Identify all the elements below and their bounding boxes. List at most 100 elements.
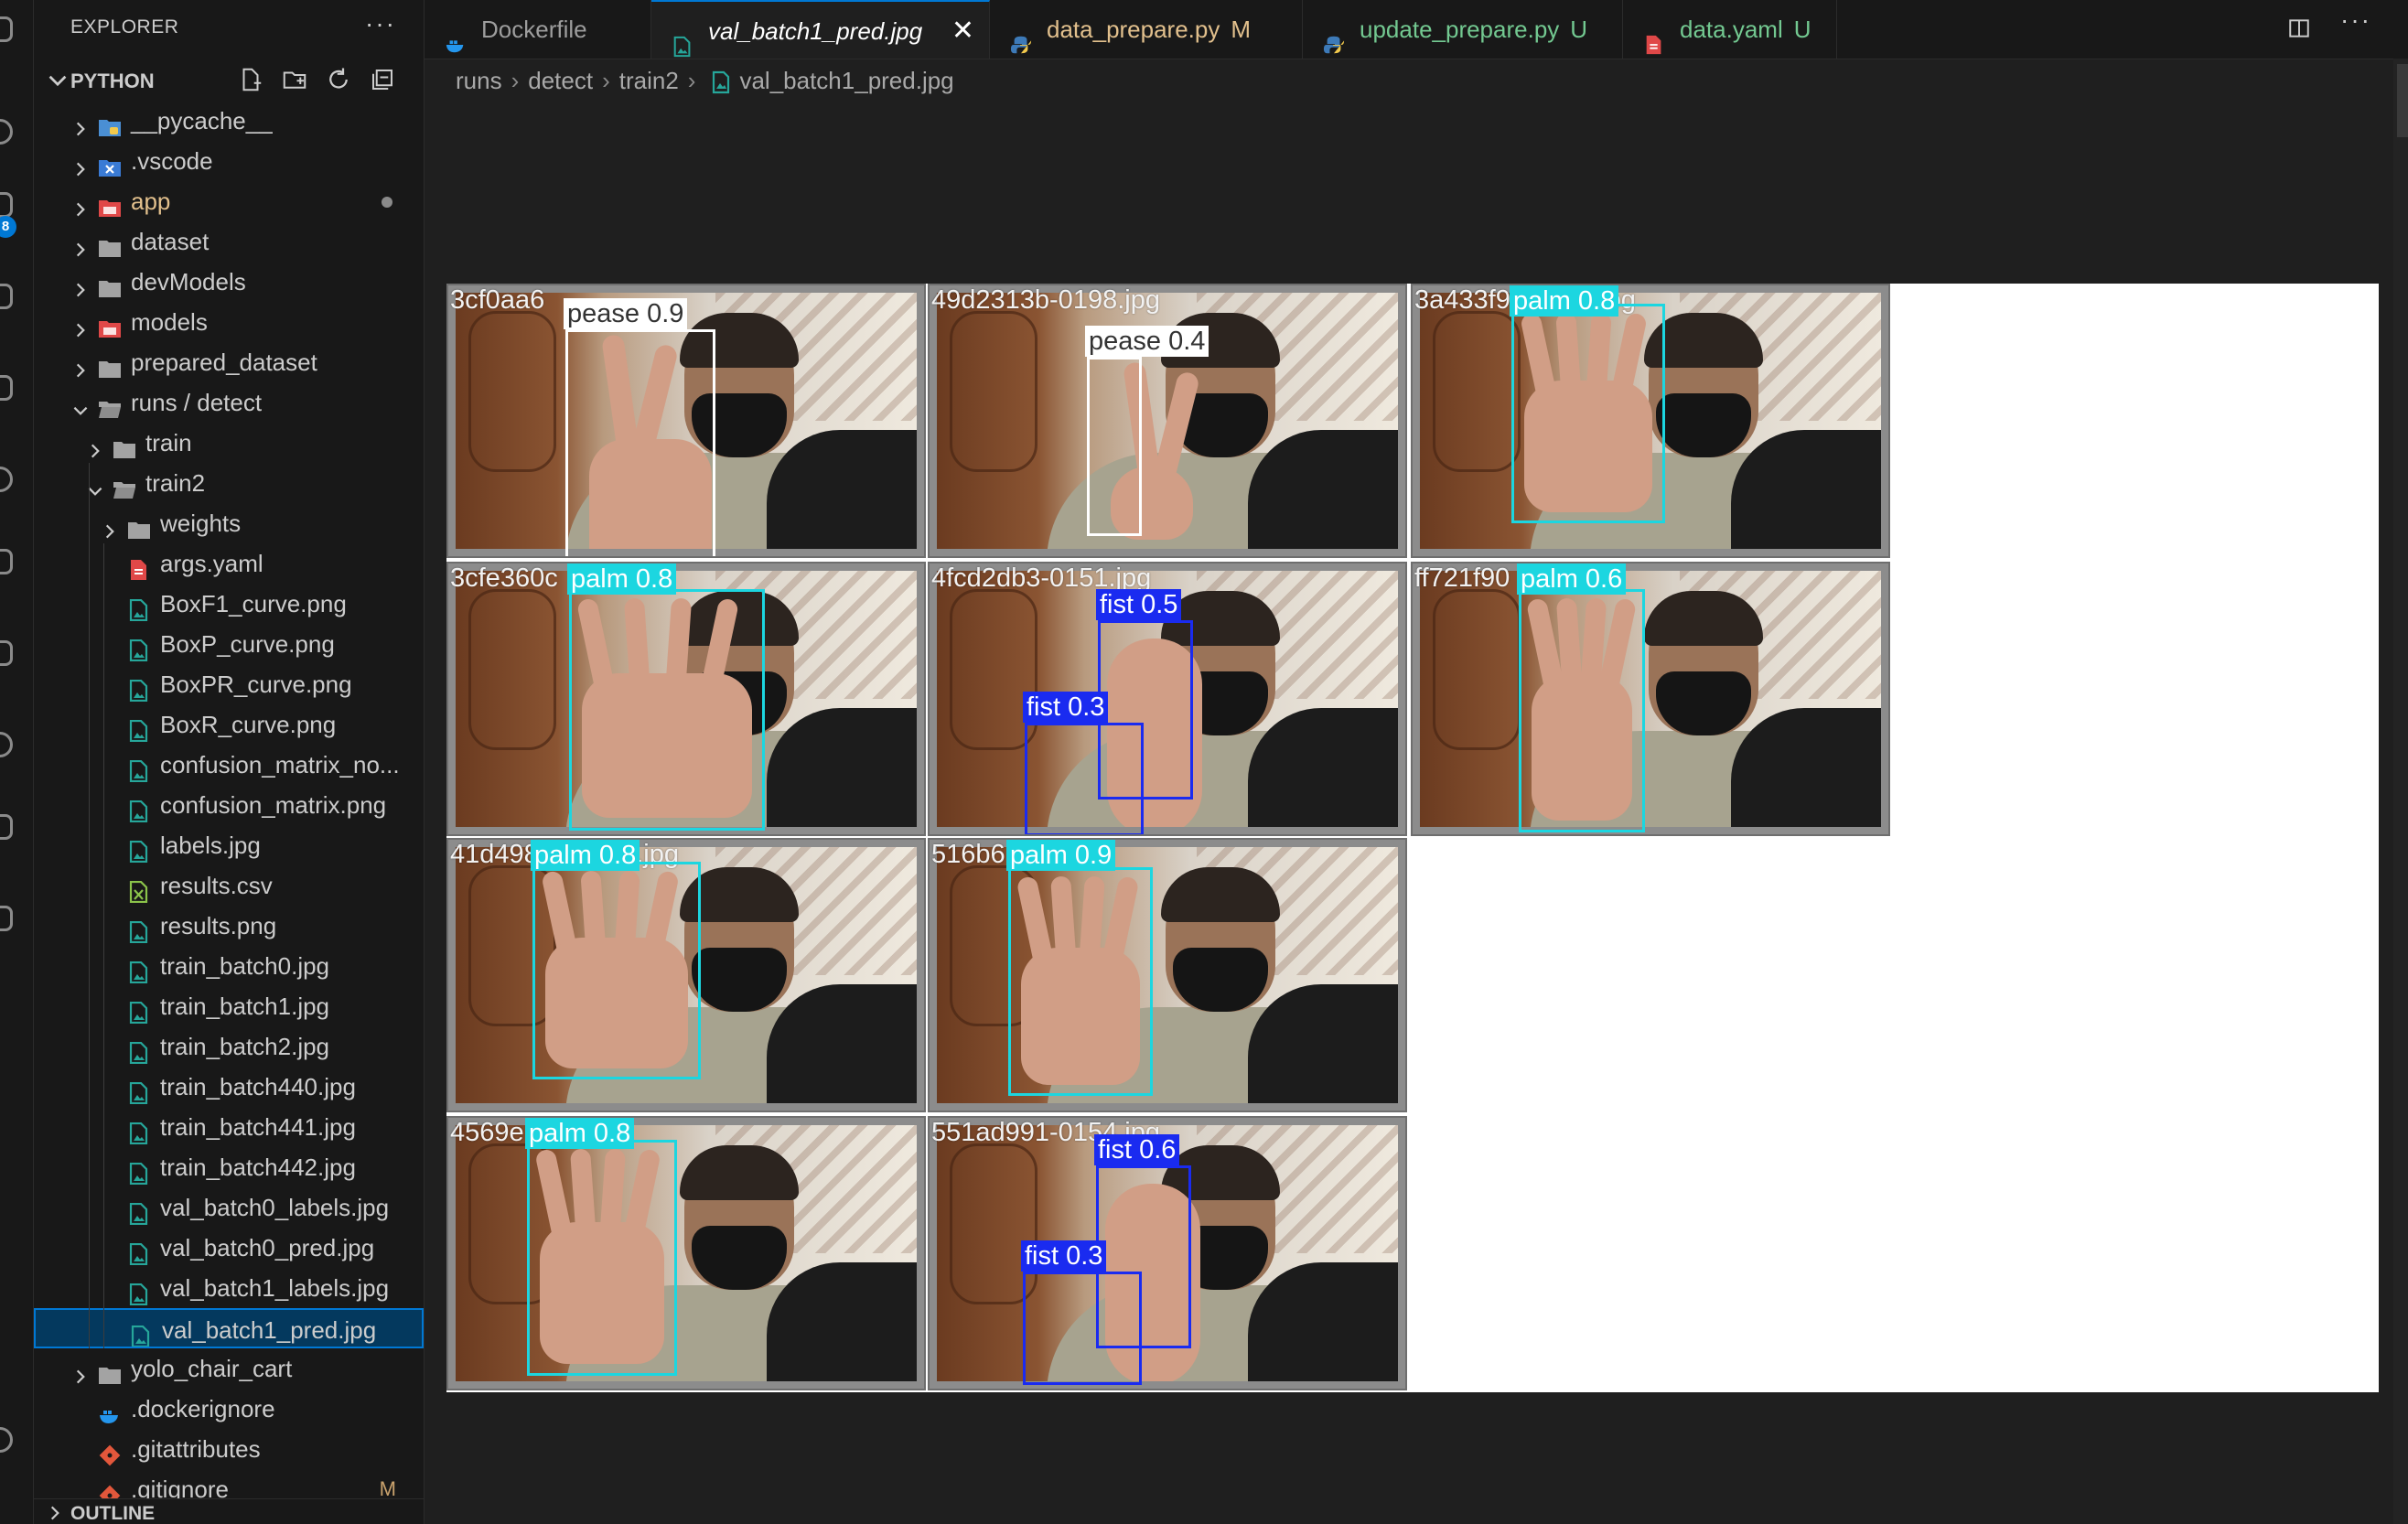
tree-item-label: confusion_matrix_no... — [160, 751, 400, 778]
tree-item-label: dataset — [131, 228, 210, 255]
tree-file[interactable]: BoxR_curve.png — [34, 704, 424, 745]
tree-folder[interactable]: app — [34, 181, 424, 221]
folder-icon — [98, 231, 122, 257]
database-icon[interactable] — [0, 814, 13, 840]
detection-label: fist 0.3 — [1023, 692, 1109, 723]
image-preview: 3cf0aa6 pease 0.9 49d2313b-0198.jpg pease … — [446, 284, 2379, 1392]
close-tab-icon[interactable]: ✕ — [951, 2, 974, 60]
collapse-all-icon[interactable] — [369, 66, 396, 93]
editor-more-button[interactable]: ··· — [2340, 5, 2371, 35]
tree-item-label: BoxPR_curve.png — [160, 671, 352, 698]
remote-explorer-icon[interactable] — [0, 467, 13, 492]
explorer-icon[interactable] — [0, 16, 13, 42]
tree-folder[interactable]: devModels — [34, 262, 424, 302]
tree-file[interactable]: results.png — [34, 906, 424, 946]
tab-data-yaml[interactable]: data.yaml U — [1623, 0, 1837, 59]
image-icon — [127, 673, 151, 703]
image-icon — [127, 1036, 151, 1065]
tree-folder[interactable]: train2 — [34, 463, 424, 503]
tree-file[interactable]: train_batch440.jpg — [34, 1067, 424, 1107]
tree-file[interactable]: results.csv — [34, 865, 424, 906]
tree-file[interactable]: BoxP_curve.png — [34, 624, 424, 664]
tree-file[interactable]: val_batch1_labels.jpg — [34, 1268, 424, 1308]
new-file-icon[interactable] — [237, 66, 264, 93]
breadcrumb-runs[interactable]: runs — [456, 67, 502, 94]
tree-item-label: train_batch441.jpg — [160, 1113, 356, 1141]
tab-dockerfile[interactable]: Dockerfile — [425, 0, 651, 59]
image-icon — [127, 955, 151, 984]
tree-folder[interactable]: yolo_chair_cart — [34, 1348, 424, 1389]
image-icon — [127, 1076, 151, 1105]
detection-box — [565, 329, 715, 556]
editor-scrollbar[interactable] — [2393, 59, 2408, 1524]
tree-folder[interactable]: prepared_dataset — [34, 342, 424, 382]
folder-icon — [98, 190, 122, 217]
docker-icon[interactable] — [0, 732, 13, 757]
new-folder-icon[interactable] — [281, 66, 308, 93]
workspace-section-header[interactable]: PYTHON — [34, 64, 424, 97]
explorer-more-button[interactable]: ··· — [365, 9, 396, 38]
tree-file[interactable]: val_batch0_labels.jpg — [34, 1187, 424, 1228]
breadcrumb-detect[interactable]: detect — [528, 67, 593, 94]
tree-folder[interactable]: models — [34, 302, 424, 342]
breadcrumb-train2[interactable]: train2 — [619, 67, 679, 94]
tree-file[interactable]: BoxF1_curve.png — [34, 584, 424, 624]
person-shawl — [1248, 984, 1398, 1103]
editor-scrollbar-thumb[interactable] — [2397, 64, 2408, 137]
tree-file[interactable]: confusion_matrix.png — [34, 785, 424, 825]
tree-file[interactable]: args.yaml — [34, 543, 424, 584]
folder-icon — [98, 311, 122, 338]
breadcrumb-file[interactable]: val_batch1_pred.jpg — [739, 67, 953, 94]
detection-box — [532, 862, 701, 1079]
tree-file[interactable]: train_batch2.jpg — [34, 1026, 424, 1067]
tree-file[interactable]: BoxPR_curve.png — [34, 664, 424, 704]
tree-file[interactable]: train_batch1.jpg — [34, 986, 424, 1026]
tree-folder[interactable]: __pycache__ — [34, 101, 424, 141]
detection-label: palm 0.8 — [531, 840, 640, 871]
tree-item-label: train — [145, 429, 192, 456]
search-icon[interactable] — [0, 119, 13, 145]
tab-val-batch1-pred-jpg[interactable]: val_batch1_pred.jpg ✕ — [651, 0, 990, 59]
tree-item-label: .dockerignore — [131, 1395, 275, 1422]
tree-item-label: .gitattributes — [131, 1435, 261, 1463]
modified-dot-icon — [382, 197, 392, 208]
chevron-right-icon — [70, 272, 91, 297]
tree-folder[interactable]: weights — [34, 503, 424, 543]
tree-folder[interactable]: dataset — [34, 221, 424, 262]
tree-file[interactable]: val_batch0_pred.jpg — [34, 1228, 424, 1268]
folder-icon — [98, 150, 122, 177]
tree-file[interactable]: confusion_matrix_no... — [34, 745, 424, 785]
refresh-icon[interactable] — [325, 66, 352, 93]
tree-file[interactable]: train_batch441.jpg — [34, 1107, 424, 1147]
tree-file[interactable]: .dockerignore — [34, 1389, 424, 1429]
tree-file[interactable]: train_batch442.jpg — [34, 1147, 424, 1187]
tab-data-prepare-py[interactable]: data_prepare.py M — [990, 0, 1303, 59]
folder-icon — [127, 512, 151, 539]
python-icon[interactable] — [0, 640, 13, 666]
source-control-icon[interactable] — [0, 192, 13, 218]
tree-folder[interactable]: runs / detect — [34, 382, 424, 423]
image-icon — [129, 1319, 153, 1347]
tree-file[interactable]: train_batch0.jpg — [34, 946, 424, 986]
image-icon — [127, 714, 151, 743]
accounts-icon[interactable] — [0, 1427, 13, 1453]
tree-file[interactable]: val_batch1_pred.jpg — [34, 1308, 424, 1348]
tree-folder[interactable]: train — [34, 423, 424, 463]
tree-file[interactable]: .gitattributes — [34, 1429, 424, 1469]
extensions-icon[interactable] — [0, 375, 13, 401]
testing-icon[interactable] — [0, 549, 13, 574]
tree-item-label: results.csv — [160, 872, 273, 899]
tree-folder[interactable]: .vscode — [34, 141, 424, 181]
outline-section-header[interactable]: OUTLINE — [34, 1498, 424, 1524]
tree-file[interactable]: labels.jpg — [34, 825, 424, 865]
breadcrumb-separator-icon: › — [687, 67, 696, 94]
breadcrumb-separator-icon: › — [602, 67, 610, 94]
tree-item-label: val_batch0_pred.jpg — [160, 1234, 375, 1261]
prediction-tile: 49d2313b-0198.jpg pease 0.4 — [928, 284, 1407, 558]
person-shawl — [1731, 708, 1881, 827]
split-editor-icon[interactable] — [2287, 16, 2311, 40]
tab-update-prepare-py[interactable]: update_prepare.py U — [1303, 0, 1623, 59]
door-carving — [1433, 589, 1521, 750]
run-debug-icon[interactable] — [0, 284, 13, 309]
github-icon[interactable] — [0, 906, 13, 931]
